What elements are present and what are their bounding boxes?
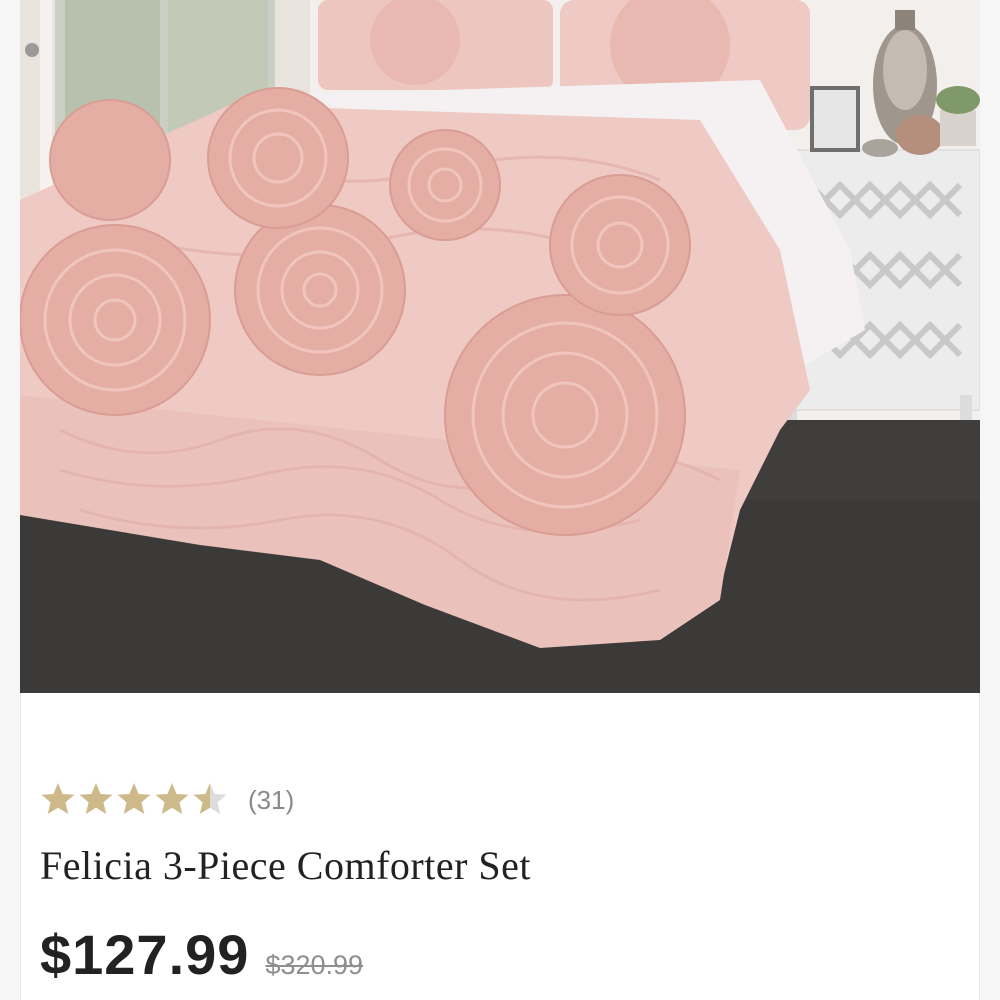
star-icon bbox=[154, 781, 192, 819]
sale-price: $127.99 bbox=[40, 923, 250, 986]
star-icon bbox=[78, 781, 116, 819]
rating-row[interactable]: (31) bbox=[40, 780, 294, 820]
star-icon bbox=[40, 781, 78, 819]
product-title[interactable]: Felicia 3-Piece Comforter Set bbox=[40, 842, 531, 889]
star-icon bbox=[192, 781, 230, 819]
star-rating bbox=[40, 781, 230, 819]
product-image[interactable] bbox=[20, 0, 980, 693]
original-price: $320.99 bbox=[265, 950, 364, 980]
price-row: $127.99 $320.99 bbox=[40, 922, 363, 987]
bedroom-illustration bbox=[20, 0, 980, 693]
review-count[interactable]: (31) bbox=[248, 785, 294, 816]
left-edge bbox=[0, 0, 21, 1000]
product-card[interactable]: (31) Felicia 3-Piece Comforter Set $127.… bbox=[0, 0, 1000, 1000]
star-icon bbox=[116, 781, 154, 819]
right-edge bbox=[979, 0, 1000, 1000]
